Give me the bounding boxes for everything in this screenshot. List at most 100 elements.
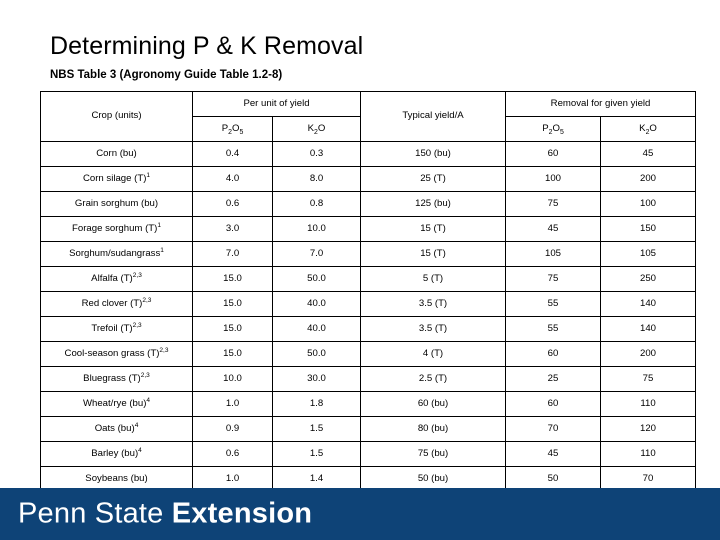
table-row: Alfalfa (T)2,3 15.0 50.0 5 (T) 75 250 xyxy=(40,266,697,292)
cell-k2o-removal: 150 xyxy=(600,216,697,242)
table-header-row-groups: Crop (units) Per unit of yield Typical y… xyxy=(40,91,697,142)
cell-p2o5-removal: 45 xyxy=(505,216,602,242)
column-header-crop: Crop (units) xyxy=(40,91,193,142)
column-header-crop-label: Crop (units) xyxy=(91,110,142,122)
cell-p2o5-per-unit: 15.0 xyxy=(192,316,273,342)
crop-footnote-marker: 2,3 xyxy=(132,271,142,279)
cell-k2o-removal: 105 xyxy=(600,241,697,267)
cell-typical-yield: 60 (bu) xyxy=(360,391,507,417)
column-header-typical-yield: Typical yield/A xyxy=(360,91,507,142)
cell-p2o5-removal: 60 xyxy=(505,391,602,417)
cell-typical-yield: 150 (bu) xyxy=(360,141,507,167)
crop-name: Oats (bu) xyxy=(94,422,135,434)
removal-table-container: Crop (units) Per unit of yield Typical y… xyxy=(40,91,697,517)
cell-k2o-per-unit: 50.0 xyxy=(271,341,362,367)
cell-typical-yield: 15 (T) xyxy=(360,241,507,267)
crop-footnote-marker: 4 xyxy=(146,396,151,404)
cell-crop: Forage sorghum (T)1 xyxy=(40,216,193,242)
cell-k2o-per-unit: 8.0 xyxy=(271,166,362,192)
cell-k2o-per-unit: 40.0 xyxy=(271,316,362,342)
cell-p2o5-removal: 55 xyxy=(505,291,602,317)
table-row: Grain sorghum (bu) 0.6 0.8 125 (bu) 75 100 xyxy=(40,191,697,217)
cell-k2o-per-unit: 1.5 xyxy=(271,416,362,442)
column-header-k2o-per-unit: K2O xyxy=(271,116,362,142)
cell-k2o-removal: 45 xyxy=(600,141,697,167)
crop-footnote-marker: 2,3 xyxy=(140,371,150,379)
cell-p2o5-per-unit: 1.0 xyxy=(192,391,273,417)
cell-crop: Sorghum/sudangrass1 xyxy=(40,241,193,267)
cell-p2o5-removal: 60 xyxy=(505,341,602,367)
crop-footnote-marker: 4 xyxy=(134,421,139,429)
cell-p2o5-removal: 75 xyxy=(505,191,602,217)
crop-name: Soybeans (bu) xyxy=(85,472,148,484)
cell-crop: Corn (bu) xyxy=(40,141,193,167)
cell-k2o-per-unit: 1.8 xyxy=(271,391,362,417)
cell-p2o5-removal: 70 xyxy=(505,416,602,442)
cell-k2o-removal: 110 xyxy=(600,441,697,467)
cell-k2o-per-unit: 30.0 xyxy=(271,366,362,392)
cell-k2o-removal: 200 xyxy=(600,341,697,367)
crop-name: Alfalfa (T) xyxy=(91,272,133,284)
brand-name-light: Penn State xyxy=(18,497,164,530)
crop-name: Forage sorghum (T) xyxy=(72,222,158,234)
crop-name: Corn silage (T) xyxy=(82,172,147,184)
cell-k2o-removal: 110 xyxy=(600,391,697,417)
table-row: Corn (bu) 0.4 0.3 150 (bu) 60 45 xyxy=(40,141,697,167)
cell-p2o5-per-unit: 0.6 xyxy=(192,191,273,217)
cell-p2o5-removal: 105 xyxy=(505,241,602,267)
cell-k2o-removal: 200 xyxy=(600,166,697,192)
table-row: Cool-season grass (T)2,3 15.0 50.0 4 (T) 60 2… xyxy=(40,341,697,367)
table-header: Crop (units) Per unit of yield Typical y… xyxy=(40,91,697,142)
cell-crop: Barley (bu)4 xyxy=(40,441,193,467)
cell-crop: Cool-season grass (T)2,3 xyxy=(40,341,193,367)
p2o5-formula: P2O5 xyxy=(542,122,564,136)
cell-k2o-removal: 250 xyxy=(600,266,697,292)
cell-crop: Grain sorghum (bu) xyxy=(40,191,193,217)
cell-p2o5-per-unit: 0.9 xyxy=(192,416,273,442)
crop-footnote-marker: 2,3 xyxy=(132,321,142,329)
cell-k2o-removal: 140 xyxy=(600,291,697,317)
cell-typical-yield: 4 (T) xyxy=(360,341,507,367)
cell-p2o5-per-unit: 15.0 xyxy=(192,291,273,317)
cell-crop: Oats (bu)4 xyxy=(40,416,193,442)
crop-footnote-marker: 1 xyxy=(146,171,151,179)
table-row: Trefoil (T)2,3 15.0 40.0 3.5 (T) 55 140 xyxy=(40,316,697,342)
table-body: Corn (bu) 0.4 0.3 150 (bu) 60 45 Corn silage (… xyxy=(40,141,697,517)
cell-p2o5-removal: 25 xyxy=(505,366,602,392)
cell-k2o-per-unit: 10.0 xyxy=(271,216,362,242)
cell-p2o5-removal: 100 xyxy=(505,166,602,192)
cell-p2o5-per-unit: 4.0 xyxy=(192,166,273,192)
cell-typical-yield: 75 (bu) xyxy=(360,441,507,467)
cell-k2o-per-unit: 50.0 xyxy=(271,266,362,292)
cell-crop: Red clover (T)2,3 xyxy=(40,291,193,317)
table-row: Corn silage (T)1 4.0 8.0 25 (T) 100 200 xyxy=(40,166,697,192)
cell-typical-yield: 3.5 (T) xyxy=(360,316,507,342)
table-row: Bluegrass (T)2,3 10.0 30.0 2.5 (T) 25 75 xyxy=(40,366,697,392)
cell-crop: Wheat/rye (bu)4 xyxy=(40,391,193,417)
crop-name: Trefoil (T) xyxy=(91,322,133,334)
cell-typical-yield: 5 (T) xyxy=(360,266,507,292)
cell-crop: Trefoil (T)2,3 xyxy=(40,316,193,342)
column-header-p2o5-per-unit: P2O5 xyxy=(192,116,273,142)
crop-name: Sorghum/sudangrass xyxy=(69,247,161,259)
brand-name-bold: Extension xyxy=(171,497,313,530)
crop-name: Red clover (T) xyxy=(81,297,143,309)
crop-name: Bluegrass (T) xyxy=(83,372,141,384)
column-group-header-per-unit-of-yield: Per unit of yield xyxy=(191,91,362,117)
table-row: Sorghum/sudangrass1 7.0 7.0 15 (T) 105 105 xyxy=(40,241,697,267)
page-subtitle: NBS Table 3 (Agronomy Guide Table 1.2-8) xyxy=(50,69,283,81)
crop-name: Cool-season grass (T) xyxy=(64,347,160,359)
crop-footnote-marker: 2,3 xyxy=(159,346,169,354)
cell-p2o5-per-unit: 3.0 xyxy=(192,216,273,242)
crop-footnote-marker: 2,3 xyxy=(142,296,152,304)
cell-p2o5-per-unit: 15.0 xyxy=(192,341,273,367)
slide: Determining P & K Removal NBS Table 3 (A… xyxy=(0,0,720,540)
column-header-p2o5-removal: P2O5 xyxy=(505,116,602,142)
table-row: Forage sorghum (T)1 3.0 10.0 15 (T) 45 150 xyxy=(40,216,697,242)
cell-k2o-per-unit: 1.5 xyxy=(271,441,362,467)
cell-k2o-removal: 140 xyxy=(600,316,697,342)
cell-k2o-per-unit: 0.8 xyxy=(271,191,362,217)
cell-p2o5-removal: 55 xyxy=(505,316,602,342)
cell-p2o5-removal: 45 xyxy=(505,441,602,467)
cell-k2o-per-unit: 7.0 xyxy=(271,241,362,267)
